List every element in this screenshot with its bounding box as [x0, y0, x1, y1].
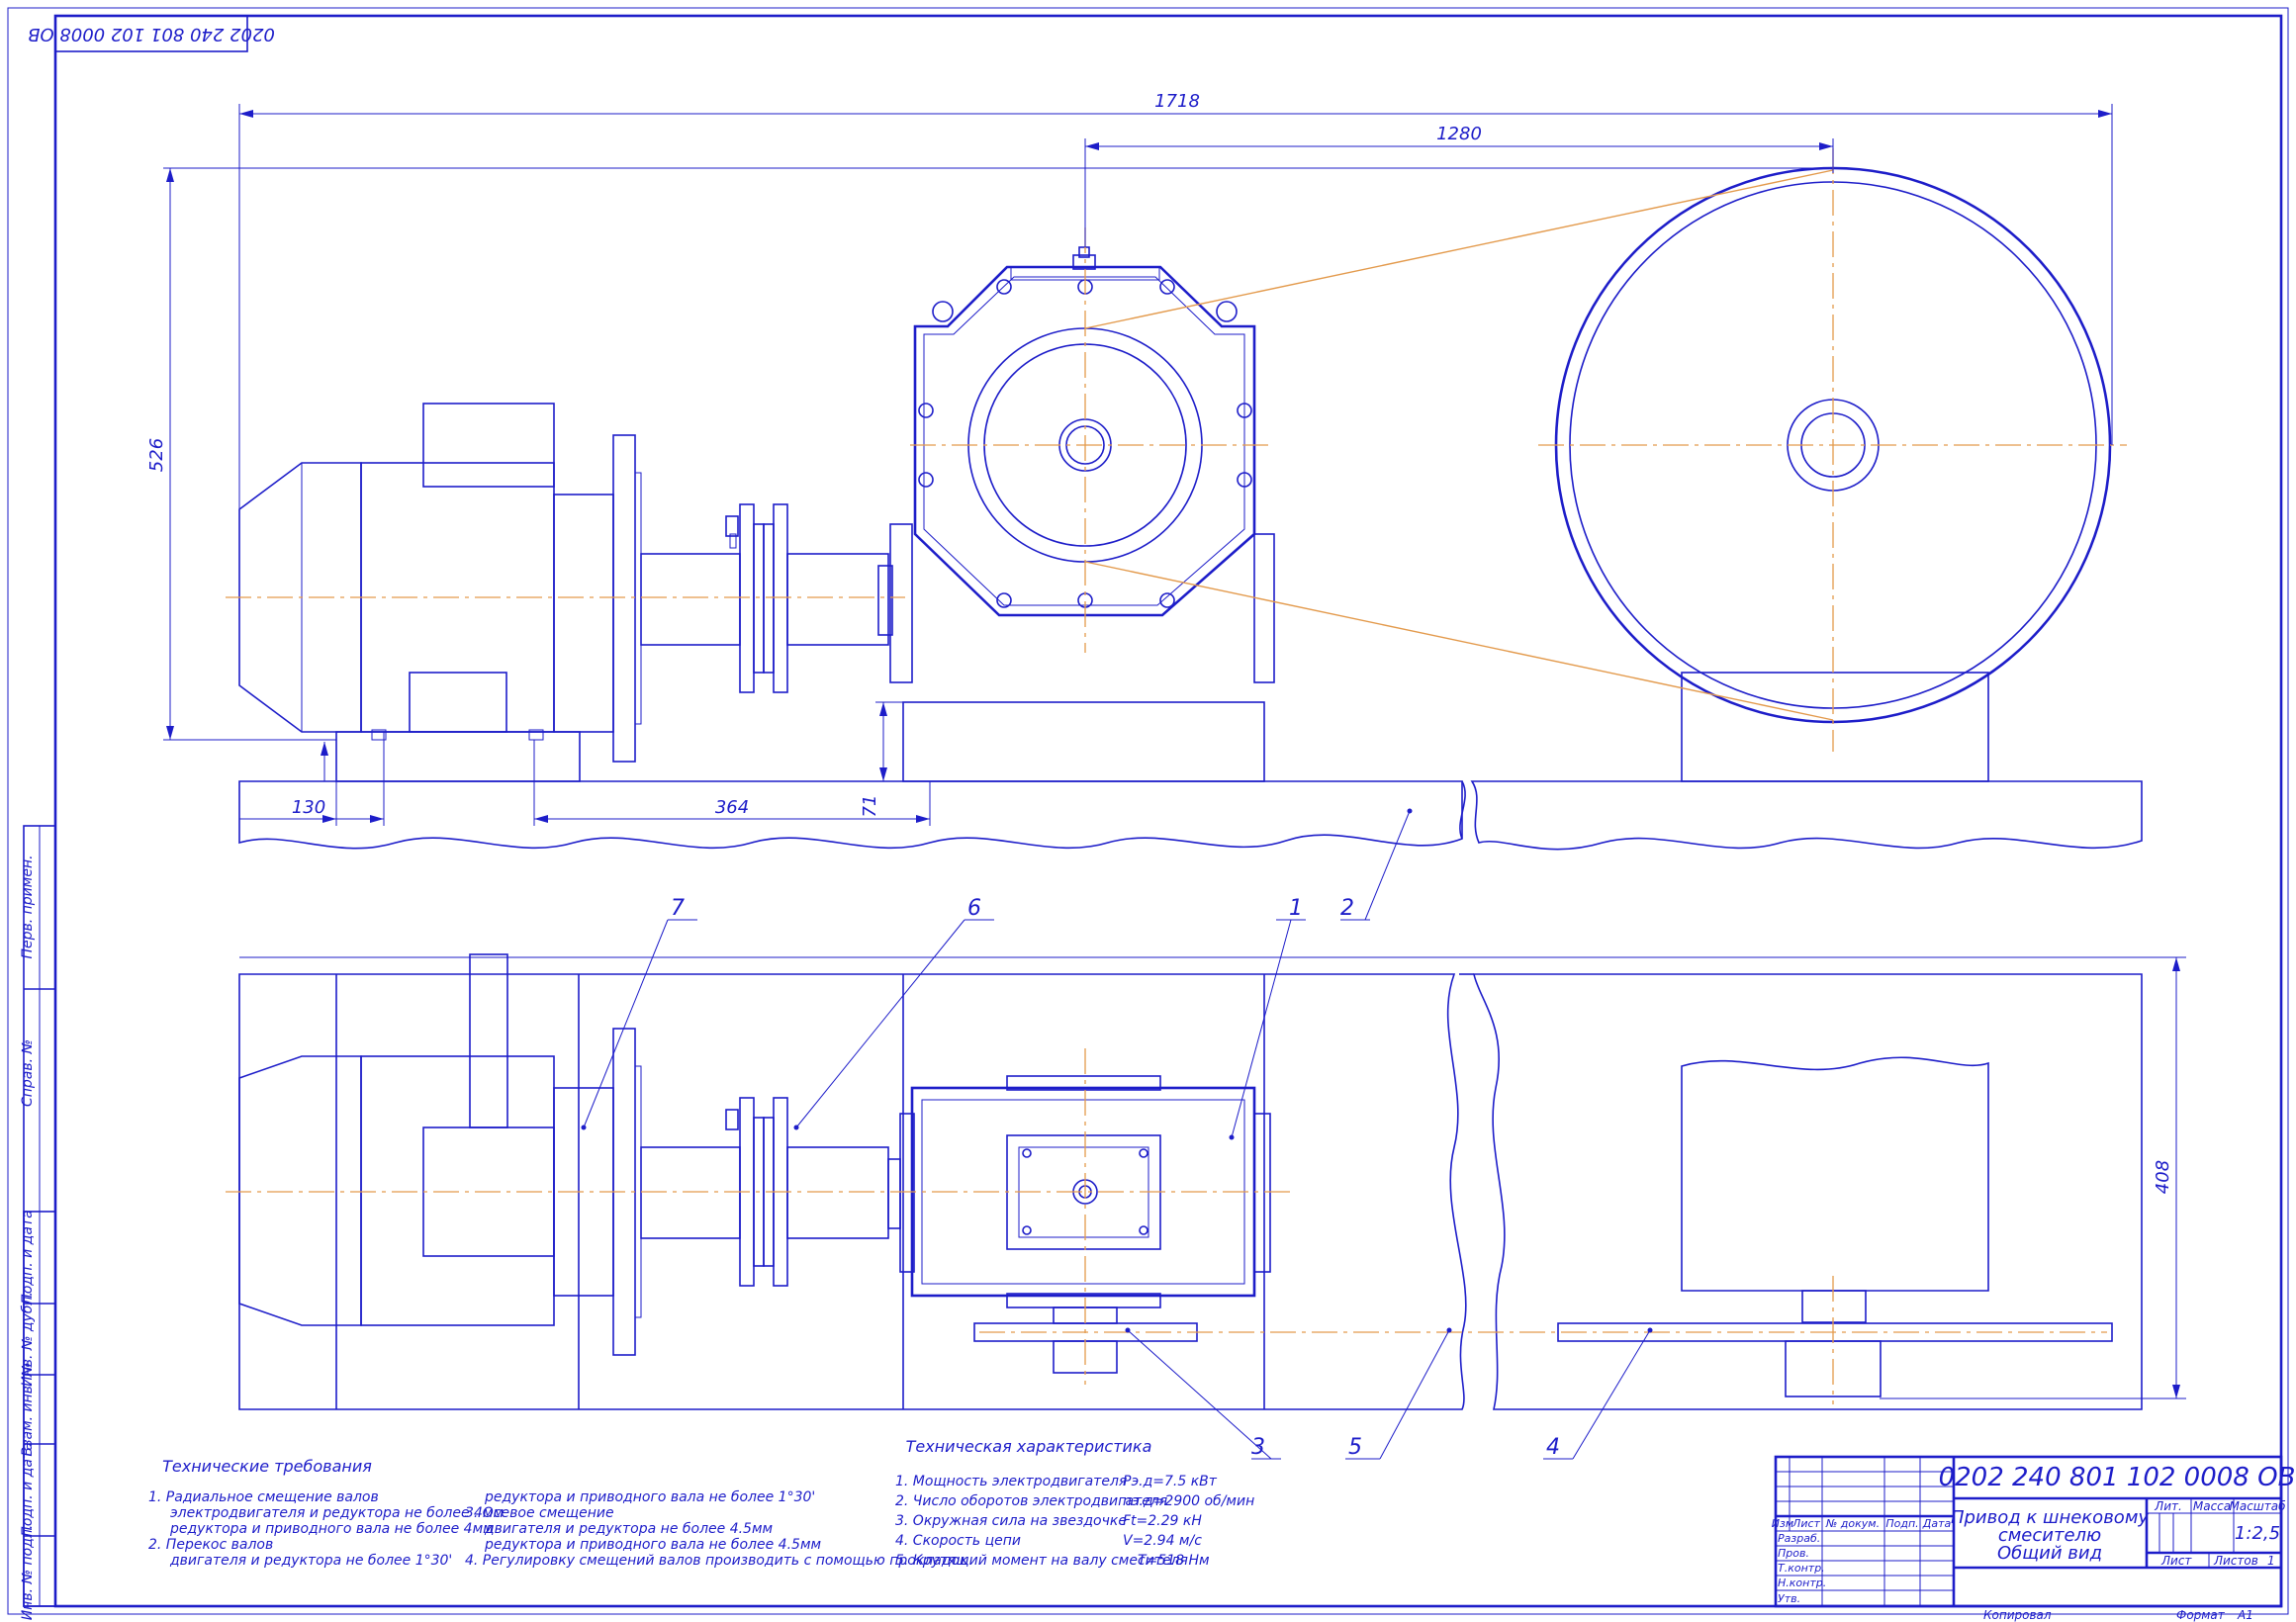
- format-label: Формат: [2176, 1608, 2226, 1622]
- tech-req-line: электродвигателя и редуктора не более 4м…: [170, 1505, 504, 1521]
- tech-characteristics: Техническая характеристика 1. Мощность э…: [895, 1437, 1254, 1569]
- dim-motor-feet: 364: [715, 797, 749, 818]
- chain-upper: [1084, 169, 1834, 329]
- col-list: Лист: [1791, 1517, 1820, 1530]
- base-frame-left: [238, 780, 1463, 850]
- tech-char-label: 1. Мощность электродвигателя: [895, 1474, 1127, 1489]
- pos-1: 1: [1289, 896, 1303, 921]
- tech-req-line: 4. Регулировку смещений валов производит…: [465, 1553, 968, 1569]
- side-stamp: Перв. примен. Справ. № Подп. и дата Инв.…: [20, 825, 56, 1621]
- pos-5: 5: [1348, 1435, 1362, 1460]
- tech-char-value: Ft=2.29 кН: [1123, 1513, 1202, 1529]
- tech-char-value: V=2.94 м/с: [1123, 1533, 1202, 1549]
- tech-req-line: редуктора и приводного вала не более 4.5…: [484, 1537, 822, 1553]
- role-razrab: Разраб.: [1778, 1532, 1820, 1545]
- tech-req-line: двигателя и редуктора не более 1°30': [169, 1553, 452, 1569]
- front-view: [226, 148, 2143, 851]
- pos-6: 6: [967, 896, 981, 921]
- lit-label: Лит.: [2154, 1499, 2182, 1513]
- tech-req-title: Технические требования: [162, 1457, 372, 1476]
- sheets-count: 1: [2267, 1554, 2275, 1568]
- product-name-line: Общий вид: [1997, 1543, 2102, 1564]
- role-tkontr: Т.контр.: [1778, 1562, 1825, 1575]
- sheet-label: Лист: [2160, 1554, 2192, 1568]
- electric-motor: [238, 403, 642, 782]
- motor-flange: [612, 434, 636, 763]
- stamp-inv-podl: Инв. № подл.: [20, 1525, 36, 1621]
- stamp-perv-primen: Перв. примен.: [20, 855, 36, 958]
- dim-plan-width: 408: [2153, 1160, 2173, 1194]
- rotated-doc-code: 0202 240 801 102 0008 ОВ: [28, 24, 275, 45]
- scale-value: 1:2,5: [2235, 1523, 2280, 1544]
- tech-req-line: 1. Радиальное смещение валов: [148, 1489, 379, 1505]
- tech-req-line: двигателя и редуктора не более 4.5мм: [484, 1521, 774, 1537]
- front-dimensions: 1718 1280 526 130 364 71: [146, 91, 2113, 826]
- stamp-podp-data-1: Подп. и дата: [20, 1210, 36, 1304]
- coupling: [640, 503, 893, 693]
- pos-7: 7: [671, 896, 685, 921]
- role-prov: Пров.: [1778, 1547, 1809, 1560]
- dim-height: 526: [146, 438, 167, 472]
- gearbox-base: [902, 701, 1265, 782]
- pos-3: 3: [1251, 1435, 1265, 1460]
- tech-char-value: T=518 Нм: [1138, 1553, 1210, 1569]
- terminal-box: [422, 403, 555, 488]
- stamp-sprav: Справ. №: [20, 1039, 36, 1107]
- tech-req-line: редуктора и приводного вала не более 1°3…: [484, 1489, 815, 1505]
- pos-4: 4: [1546, 1435, 1560, 1460]
- tech-req-line: 2. Перекос валов: [148, 1537, 273, 1553]
- base-frame-right: [1470, 780, 2143, 851]
- format-value: A1: [2237, 1608, 2253, 1622]
- drawing-frame: [53, 14, 2283, 1608]
- tech-char-value: Pэ.д=7.5 кВт: [1123, 1474, 1218, 1489]
- tech-char-label: 3. Окружная сила на звездочке: [895, 1513, 1127, 1529]
- assembly-drawing: 0202 240 801 102 0008 ОВ Перв. примен. С…: [7, 7, 2296, 1622]
- stamp-podp-data-2: Подп. и дата: [20, 1442, 36, 1536]
- pos-2: 2: [1340, 896, 1354, 921]
- chain-lower: [1084, 561, 1834, 721]
- tech-char-value: nэ.д=2900 об/мин: [1123, 1493, 1254, 1509]
- col-izm: Изм: [1772, 1517, 1793, 1530]
- copied-label: Копировал: [1983, 1608, 2052, 1622]
- dim-overall-length: 1718: [1154, 91, 1200, 112]
- title-block-code: 0202 240 801 102 0008 ОВ: [1939, 1463, 2296, 1492]
- dim-base-height: 71: [860, 795, 880, 818]
- tech-req-line: редуктора и приводного вала не более 4мм: [169, 1521, 494, 1537]
- tech-req-line: 3. Осевое смещение: [465, 1505, 614, 1521]
- col-data: Дата: [1922, 1517, 1952, 1530]
- sheets-label: Листов: [2213, 1554, 2258, 1568]
- scale-label: Масштаб: [2229, 1499, 2286, 1513]
- title-block: Изм Лист № докум. Подп. Дата Разраб. Про…: [1772, 1455, 2296, 1608]
- tech-char-label: 4. Скорость цепи: [895, 1533, 1021, 1549]
- dim-axis-distance: 1280: [1436, 124, 1482, 144]
- col-dokum: № докум.: [1825, 1517, 1880, 1530]
- role-nkontr: Н.контр.: [1778, 1577, 1826, 1589]
- tech-requirements: Технические требования 1. Радиальное сме…: [148, 1457, 968, 1569]
- stamp-vzam-inv: Взам. инв. №: [20, 1362, 36, 1456]
- tech-char-title: Техническая характеристика: [906, 1437, 1152, 1456]
- plan-frame-right: [1473, 973, 2143, 1410]
- plan-view: [226, 953, 2143, 1410]
- worm-gearbox: [889, 246, 1275, 782]
- mass-label: Масса: [2193, 1499, 2231, 1513]
- role-utv: Утв.: [1778, 1592, 1800, 1605]
- dim-motor-offset: 130: [292, 797, 325, 818]
- col-podp: Подп.: [1885, 1517, 1918, 1530]
- outer-frame: [7, 7, 2289, 1615]
